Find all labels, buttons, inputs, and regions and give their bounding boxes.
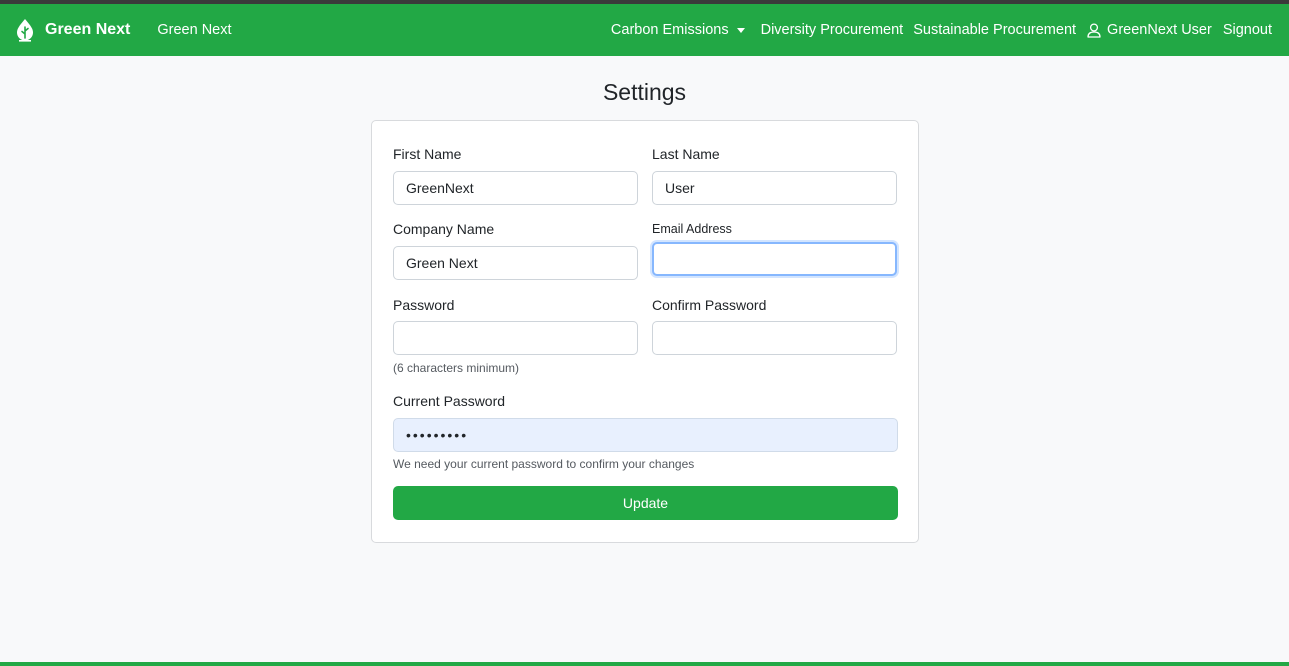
user-icon — [1087, 22, 1101, 38]
company-name-label: Company Name — [393, 221, 495, 237]
user-name: GreenNext User — [1107, 22, 1212, 38]
page-title: Settings — [602, 79, 687, 105]
top-navbar: Green Next Green Next Carbon Emissions D… — [0, 4, 1289, 56]
password-label: Password — [393, 297, 455, 313]
last-name-input[interactable]: User — [652, 171, 897, 205]
footer-bar — [0, 662, 1289, 666]
current-password-label: Current Password — [393, 393, 506, 409]
current-password-masked-value: ••••••••• — [406, 427, 469, 443]
brand-name: Green Next — [45, 21, 131, 38]
current-password-input[interactable]: ••••••••• — [393, 418, 898, 452]
chevron-down-icon — [736, 28, 745, 33]
company-name-input[interactable]: Green Next — [393, 246, 638, 280]
update-button[interactable]: Update — [393, 486, 898, 520]
confirm-password-label: Confirm Password — [652, 297, 767, 313]
brand-link[interactable]: Green Next — [15, 18, 130, 42]
first-name-input[interactable]: GreenNext — [393, 171, 638, 205]
navbar-right-menu: Carbon Emissions Diversity Procurement S… — [611, 22, 1272, 38]
carbon-emissions-dropdown[interactable]: Carbon Emissions — [611, 22, 745, 38]
current-password-help-text: We need your current password to confirm… — [393, 457, 695, 471]
nav-link-home[interactable]: Green Next — [157, 22, 231, 38]
first-name-label: First Name — [393, 146, 462, 162]
password-help-text: (6 characters minimum) — [393, 361, 520, 375]
settings-form-card: First Name GreenNext Last Name User Comp… — [371, 120, 919, 543]
nav-link-diversity-procurement[interactable]: Diversity Procurement — [761, 22, 904, 38]
password-input[interactable] — [393, 321, 638, 355]
email-address-label: Email Address — [652, 222, 732, 236]
user-profile-link[interactable]: GreenNext User — [1087, 22, 1212, 38]
leaf-logo-icon — [17, 19, 33, 42]
nav-link-sustainable-procurement[interactable]: Sustainable Procurement — [913, 22, 1076, 38]
carbon-emissions-label: Carbon Emissions — [610, 22, 729, 38]
confirm-password-input[interactable] — [652, 321, 897, 355]
email-address-input[interactable] — [652, 242, 897, 276]
signout-link[interactable]: Signout — [1223, 22, 1272, 38]
last-name-label: Last Name — [652, 146, 720, 162]
